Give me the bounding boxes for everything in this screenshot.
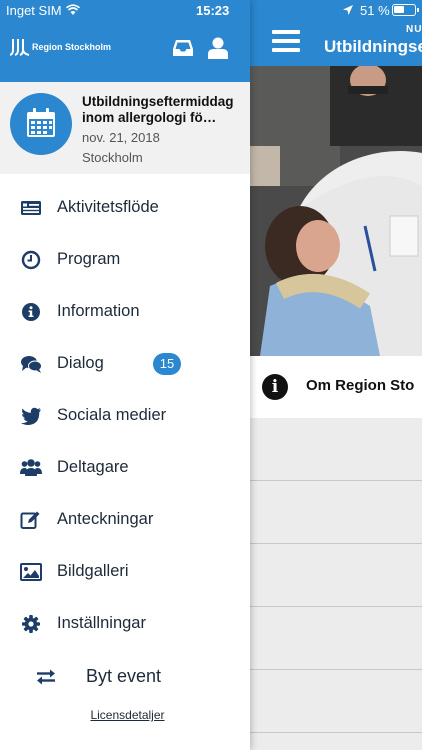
battery-percent: 51 % (360, 3, 390, 18)
menu-label-deltagare: Deltagare (57, 458, 129, 476)
info-icon (22, 303, 40, 321)
event-date: nov. 21, 2018 (82, 130, 160, 145)
menu-item-aktivitetsflode[interactable]: Aktivitetsflöde (0, 182, 250, 234)
side-drawer: Inget SIM 15:23 Region Stockholm Utbildn… (0, 0, 250, 750)
calendar-icon (27, 108, 55, 137)
menu-item-program[interactable]: Program (0, 234, 250, 286)
app-screen: 51 % NU Utbildningse i Om Region Sto Ing… (0, 0, 422, 750)
inbox-icon[interactable] (172, 38, 194, 58)
info-icon (262, 374, 288, 400)
event-title: Utbildningseftermiddag inom allergologi … (82, 94, 234, 125)
event-photo (250, 66, 422, 356)
menu-label-bildgalleri: Bildgalleri (57, 562, 129, 580)
logo-mark-icon (9, 39, 30, 56)
menu-item-dialog[interactable]: Dialog 15 (0, 338, 250, 390)
menu-item-anteckningar[interactable]: Anteckningar (0, 494, 250, 546)
menu-label-program: Program (57, 250, 121, 268)
menu-label-sociala-medier: Sociala medier (57, 406, 167, 424)
location-arrow-icon (343, 5, 353, 15)
news-feed-icon (21, 201, 41, 215)
list-item (250, 607, 422, 670)
swap-arrows-icon (37, 669, 55, 685)
chat-icon (21, 356, 42, 373)
edit-icon (20, 511, 40, 529)
list-item (250, 481, 422, 544)
user-icon[interactable] (208, 37, 228, 59)
current-event-card[interactable]: Utbildningseftermiddag inom allergologi … (0, 82, 250, 174)
image-icon (20, 563, 42, 581)
menu-item-bildgalleri[interactable]: Bildgalleri (0, 546, 250, 598)
clock-icon (21, 250, 41, 270)
menu-item-information[interactable]: Information (0, 286, 250, 338)
menu-label-anteckningar: Anteckningar (57, 510, 154, 528)
region-stockholm-logo: Region Stockholm (9, 38, 130, 60)
menu-label-information: Information (57, 302, 140, 320)
drawer-menu: Aktivitetsflöde Program Information Dial… (0, 182, 250, 650)
carrier-label: Inget SIM (6, 3, 62, 18)
battery-icon (392, 4, 419, 16)
menu-label-dialog: Dialog (57, 354, 104, 372)
users-icon (20, 459, 42, 476)
status-bar-right: 51 % (250, 0, 422, 22)
menu-item-installningar[interactable]: Inställningar (0, 598, 250, 650)
menu-label-aktivitetsflode: Aktivitetsflöde (57, 198, 159, 216)
wifi-icon (66, 4, 80, 15)
list-item (250, 418, 422, 481)
switch-event-label: Byt event (86, 666, 162, 686)
list-item (250, 670, 422, 733)
switch-event-button[interactable]: Byt event (0, 658, 250, 694)
about-region-label: Om Region Sto (306, 377, 415, 394)
main-view: 51 % NU Utbildningse i Om Region Sto (250, 0, 422, 750)
about-region-row[interactable]: Om Region Sto (250, 356, 422, 418)
license-details-link[interactable]: Licensdetaljer (0, 708, 255, 722)
event-location: Stockholm (82, 150, 143, 165)
clock: 15:23 (196, 3, 230, 18)
event-avatar (10, 93, 72, 155)
logo-text: Region Stockholm (32, 42, 112, 52)
menu-label-installningar: Inställningar (57, 614, 146, 632)
empty-list (250, 418, 422, 733)
main-header: 51 % NU Utbildningse (250, 0, 422, 66)
list-item (250, 544, 422, 607)
main-header-title: Utbildningse (324, 37, 422, 56)
menu-item-deltagare[interactable]: Deltagare (0, 442, 250, 494)
drawer-header: Inget SIM 15:23 Region Stockholm (0, 0, 250, 82)
main-header-small-label: NU (406, 24, 422, 35)
hamburger-menu-icon[interactable] (272, 30, 300, 54)
gear-icon (22, 615, 40, 633)
menu-item-sociala-medier[interactable]: Sociala medier (0, 390, 250, 442)
twitter-icon (21, 407, 41, 425)
dialog-count-badge: 15 (153, 353, 181, 375)
